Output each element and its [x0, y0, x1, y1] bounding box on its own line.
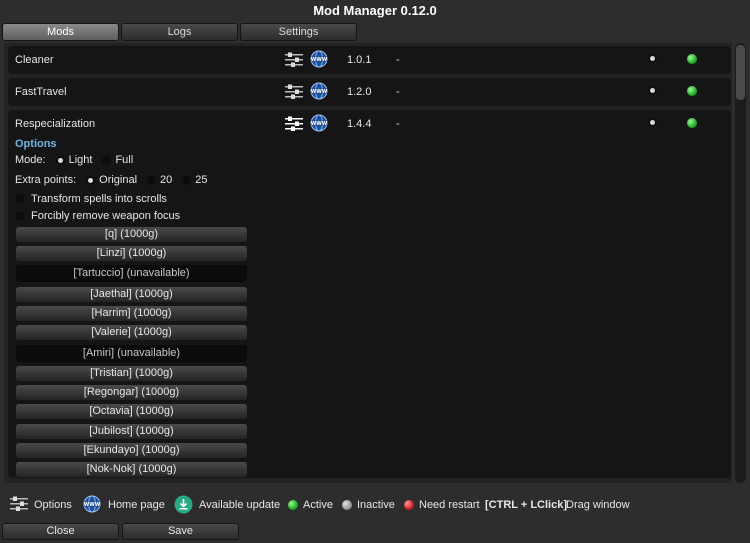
mod-name: FastTravel: [15, 86, 67, 98]
window-title[interactable]: Mod Manager 0.12.0: [0, 0, 750, 22]
mod-version: 1.0.1: [347, 54, 372, 66]
npc-button[interactable]: [Linzi] (1000g): [16, 246, 247, 261]
mod-row-respecialization: Respecialization WWW 1.4.4 - Options Mod…: [8, 110, 731, 478]
checkbox-remove-weapon-focus[interactable]: [16, 212, 24, 220]
radio-25[interactable]: [182, 175, 192, 185]
mode-option: Mode: Light Full: [15, 154, 133, 166]
mod-version: 1.4.4: [347, 118, 372, 130]
legend-shortcut: [CTRL + LClick]: [485, 499, 568, 511]
save-button[interactable]: Save: [122, 523, 239, 540]
radio-full[interactable]: [102, 155, 112, 165]
radio-20-label: 20: [160, 174, 173, 186]
legend-update-label: Available update: [199, 499, 281, 511]
npc-button[interactable]: [Regongar] (1000g): [16, 385, 247, 400]
npc-button[interactable]: [Harrim] (1000g): [16, 306, 247, 321]
checkbox-label: Transform spells into scrolls: [31, 193, 167, 205]
restart-indicator-icon: [648, 54, 657, 63]
active-status-icon[interactable]: [687, 118, 697, 128]
need-restart-dot-icon: [404, 500, 414, 510]
transform-spells-option[interactable]: Transform spells into scrolls: [16, 193, 167, 205]
restart-indicator-icon: [648, 118, 657, 127]
radio-original-label: Original: [99, 174, 138, 186]
npc-button[interactable]: [Tristian] (1000g): [16, 366, 247, 381]
legend-active-label: Active: [303, 499, 333, 511]
legend-restart-label: Need restart: [419, 499, 480, 511]
www-globe-icon: WWW: [83, 495, 101, 513]
npc-button[interactable]: [Valerie] (1000g): [16, 325, 247, 340]
mod-name: Cleaner: [15, 54, 54, 66]
active-dot-icon: [288, 500, 298, 510]
svg-text:WWW: WWW: [311, 57, 328, 63]
svg-text:WWW: WWW: [311, 121, 328, 127]
svg-text:WWW: WWW: [84, 502, 101, 508]
inactive-dot-icon: [342, 500, 352, 510]
restart-indicator-icon: [648, 86, 657, 95]
sliders-icon[interactable]: [284, 115, 304, 133]
www-globe-icon[interactable]: WWW: [310, 50, 328, 68]
tab-settings[interactable]: Settings: [240, 23, 357, 41]
close-button[interactable]: Close: [2, 523, 119, 540]
remove-weapon-focus-option[interactable]: Forcibly remove weapon focus: [16, 210, 180, 222]
svg-text:WWW: WWW: [311, 89, 328, 95]
scrollbar-thumb[interactable]: [736, 45, 745, 100]
mod-row-cleaner: Cleaner WWW 1.0.1 -: [8, 46, 731, 74]
checkbox-label: Forcibly remove weapon focus: [31, 210, 181, 222]
npc-button[interactable]: [Ekundayo] (1000g): [16, 443, 247, 458]
radio-light-label: Light: [68, 154, 93, 166]
checkbox-transform-spells[interactable]: [16, 195, 24, 203]
radio-light[interactable]: [55, 155, 65, 165]
radio-25-label: 25: [195, 174, 208, 186]
mod-name: Respecialization: [15, 118, 96, 130]
npc-unavailable: [Amiri] (unavailable): [16, 345, 247, 362]
legend-options-label: Options: [34, 499, 72, 511]
www-globe-icon[interactable]: WWW: [310, 82, 328, 100]
scrollbar[interactable]: [735, 43, 746, 483]
legend-drag-label: Drag window: [566, 499, 630, 511]
active-status-icon[interactable]: [687, 86, 697, 96]
radio-20[interactable]: [147, 175, 157, 185]
extra-points-label: Extra points:: [15, 174, 77, 186]
mod-version: 1.2.0: [347, 86, 372, 98]
legend-inactive-label: Inactive: [357, 499, 395, 511]
sliders-icon[interactable]: [284, 83, 304, 101]
sliders-icon: [10, 496, 28, 511]
npc-button[interactable]: [Octavia] (1000g): [16, 404, 247, 419]
extra-points-option: Extra points: Original 20 25: [15, 174, 208, 186]
npc-unavailable: [Tartuccio] (unavailable): [16, 265, 247, 282]
www-globe-icon[interactable]: WWW: [310, 114, 328, 132]
tab-mods[interactable]: Mods: [2, 23, 119, 41]
radio-full-label: Full: [115, 154, 134, 166]
legend-bar: Options WWW Home page Available update A…: [0, 495, 750, 515]
bottom-button-bar: Close Save: [2, 523, 239, 540]
radio-original[interactable]: [86, 175, 96, 185]
mode-label: Mode:: [15, 154, 46, 166]
mod-notes: -: [396, 86, 400, 98]
npc-button[interactable]: [Nok-Nok] (1000g): [16, 462, 247, 477]
npc-button[interactable]: [q] (1000g): [16, 227, 247, 242]
npc-button[interactable]: [Jaethal] (1000g): [16, 287, 247, 302]
tab-logs[interactable]: Logs: [121, 23, 238, 41]
active-status-icon[interactable]: [687, 54, 697, 64]
options-title: Options: [15, 138, 57, 150]
mod-notes: -: [396, 118, 400, 130]
sliders-icon[interactable]: [284, 51, 304, 69]
npc-button[interactable]: [Jubilost] (1000g): [16, 424, 247, 439]
mod-list-panel: Cleaner WWW 1.0.1 - FastTravel WWW 1.2.0…: [4, 43, 732, 483]
tab-bar: Mods Logs Settings: [2, 23, 357, 41]
download-update-icon: [174, 495, 193, 514]
mod-notes: -: [396, 54, 400, 66]
legend-home-label: Home page: [108, 499, 165, 511]
mod-row-fasttravel: FastTravel WWW 1.2.0 -: [8, 78, 731, 106]
